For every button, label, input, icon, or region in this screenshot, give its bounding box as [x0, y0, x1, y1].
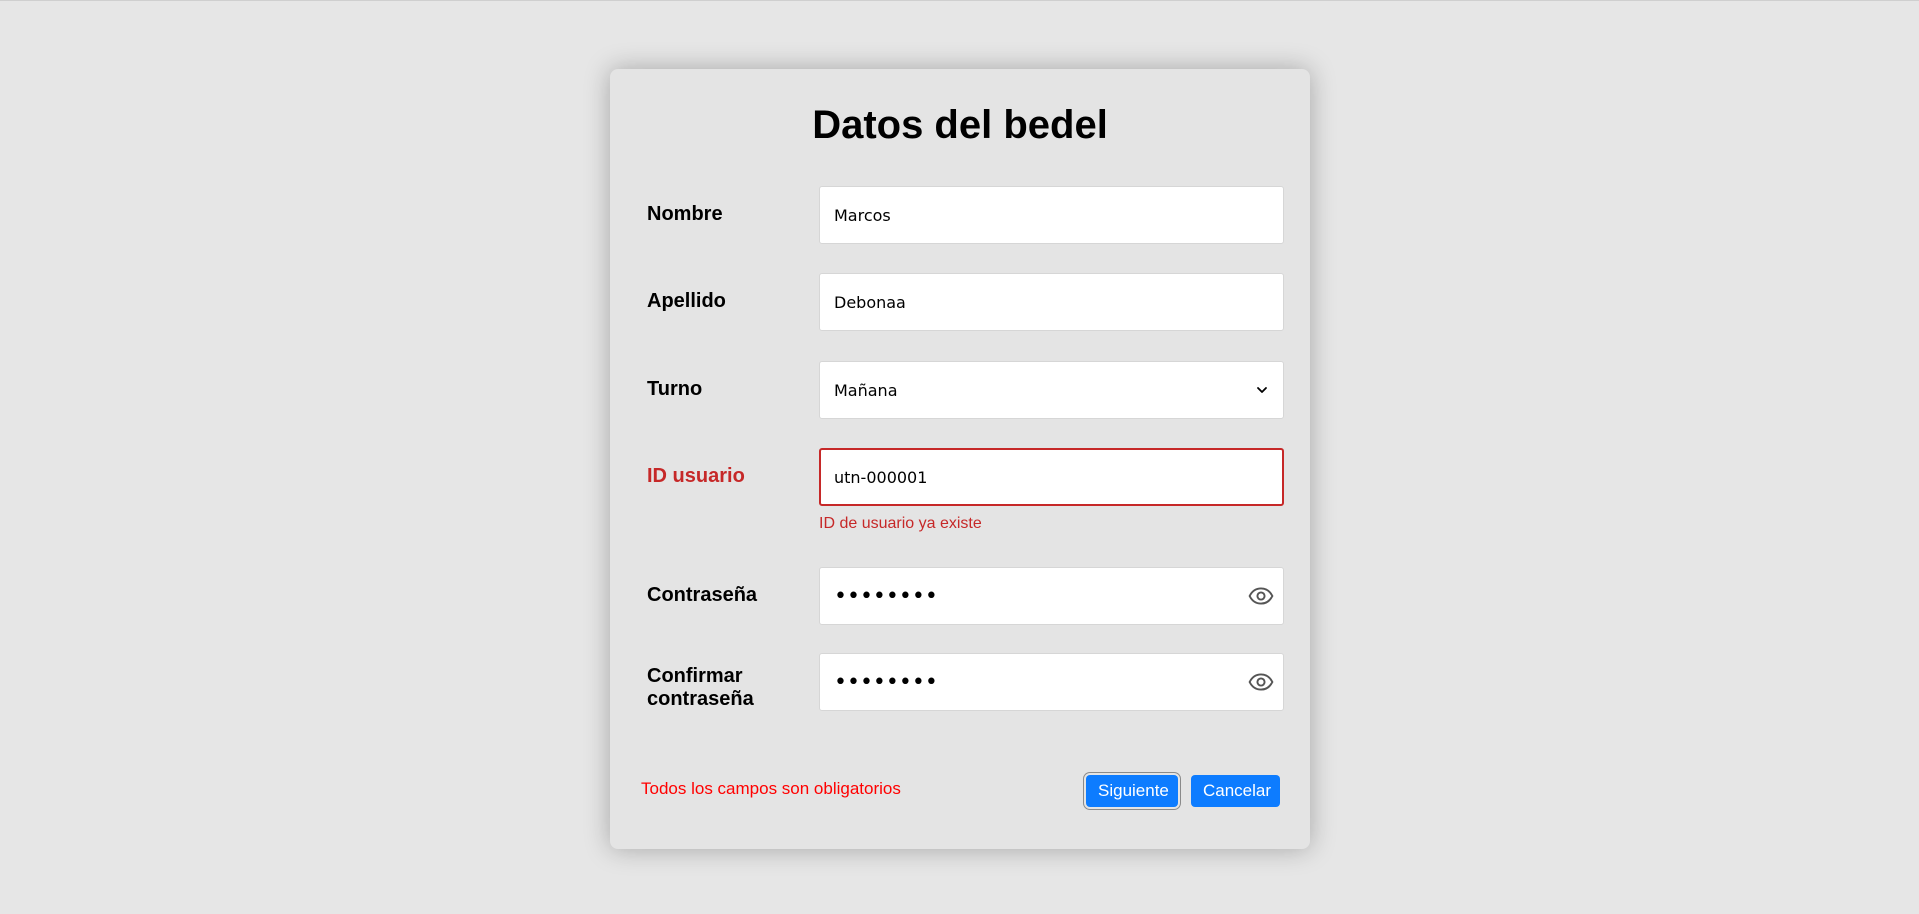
apellido-label: Apellido [647, 290, 726, 312]
confirmar-label: Confirmar contraseña [647, 665, 754, 711]
page-title: Datos del bedel [812, 103, 1108, 147]
turno-select[interactable]: Mañana [819, 361, 1284, 419]
contrasena-input[interactable] [819, 567, 1284, 625]
contrasena-label: Contraseña [647, 584, 758, 606]
nombre-label: Nombre [647, 203, 723, 225]
cancel-button[interactable]: Cancelar [1191, 775, 1280, 807]
id-usuario-label: ID usuario [647, 465, 745, 487]
eye-icon[interactable] [1248, 583, 1274, 609]
required-fields-note: Todos los campos son obligatorios [641, 779, 901, 798]
id-usuario-input[interactable] [819, 448, 1284, 506]
id-usuario-error: ID de usuario ya existe [819, 515, 982, 532]
bedel-form-card: Datos del bedel Nombre Apellido Turno Ma… [610, 69, 1310, 849]
eye-icon[interactable] [1248, 669, 1274, 695]
nombre-input[interactable] [819, 186, 1284, 244]
confirmar-label-line2: contraseña [647, 688, 754, 710]
turno-label: Turno [647, 378, 703, 400]
apellido-input[interactable] [819, 273, 1284, 331]
confirmar-input[interactable] [819, 653, 1284, 711]
confirmar-label-line1: Confirmar [647, 665, 743, 687]
next-button[interactable]: Siguiente [1086, 775, 1178, 807]
